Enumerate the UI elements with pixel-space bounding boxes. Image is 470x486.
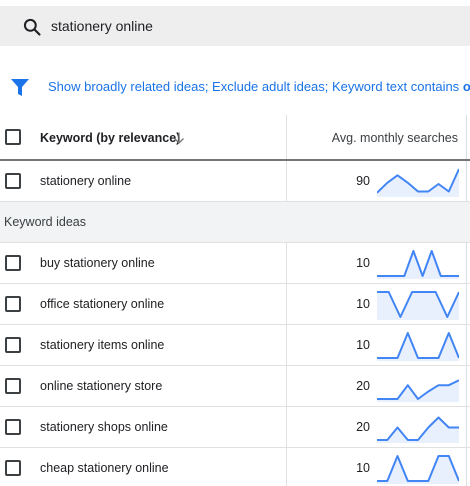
group-label: Keyword ideas [4, 215, 86, 229]
column-divider [286, 243, 287, 283]
keyword-cell: online stationery store [40, 379, 163, 393]
trend-sparkline [377, 168, 459, 197]
column-divider [466, 284, 467, 324]
column-divider [286, 115, 287, 159]
avg-searches-cell: 20 [356, 379, 370, 393]
row-checkbox[interactable] [5, 419, 21, 435]
row-checkbox[interactable] [5, 337, 21, 353]
keyword-cell: office stationery online [40, 297, 165, 311]
table-row: online stationery store 20 [0, 366, 470, 407]
keyword-ideas-group-row: Keyword ideas [0, 202, 470, 243]
trend-sparkline [377, 291, 459, 320]
keyword-ideas-list: buy stationery online 10 office stationery… [0, 243, 470, 486]
column-divider [286, 366, 287, 406]
table-row: cheap stationery online 10 [0, 448, 470, 486]
row-checkbox[interactable] [5, 460, 21, 476]
row-checkbox[interactable] [5, 378, 21, 394]
row-checkbox[interactable] [5, 255, 21, 271]
sort-down-arrow-icon[interactable] [172, 131, 186, 145]
column-divider [466, 407, 467, 447]
column-divider [286, 448, 287, 486]
keyword-cell: stationery items online [40, 338, 165, 352]
keyword-cell: cheap stationery online [40, 461, 169, 475]
table-row: stationery items online 10 [0, 325, 470, 366]
filter-summary-trailing: on [462, 79, 470, 94]
filter-summary-text: Show broadly related ideas; Exclude adul… [48, 79, 460, 94]
avg-searches-cell: 10 [356, 297, 370, 311]
keyword-column-header[interactable]: Keyword (by relevance) [40, 131, 180, 145]
filter-summary-link[interactable]: Show broadly related ideas; Exclude adul… [48, 79, 470, 94]
column-divider [466, 448, 467, 486]
trend-sparkline [377, 455, 459, 484]
trend-sparkline [377, 332, 459, 361]
row-checkbox[interactable] [5, 296, 21, 312]
keyword-cell: buy stationery online [40, 256, 155, 270]
column-divider [286, 407, 287, 447]
keyword-cell: stationery shops online [40, 420, 168, 434]
search-input[interactable]: stationery online [51, 18, 153, 34]
avg-searches-cell: 10 [356, 461, 370, 475]
trend-area [377, 169, 459, 197]
column-divider [286, 284, 287, 324]
trend-sparkline [377, 250, 459, 279]
trend-sparkline [377, 416, 459, 443]
table-row: office stationery online 10 [0, 284, 470, 325]
column-divider [466, 366, 467, 406]
column-divider [466, 161, 467, 201]
filter-row: Show broadly related ideas; Exclude adul… [0, 74, 470, 100]
table-row: stationery online 90 [0, 161, 470, 202]
filter-icon[interactable] [11, 79, 29, 96]
row-checkbox[interactable] [5, 173, 21, 189]
column-divider [286, 161, 287, 201]
table-header-row: Keyword (by relevance) Avg. monthly sear… [0, 115, 470, 161]
table-row: buy stationery online 10 [0, 243, 470, 284]
avg-searches-cell: 10 [356, 256, 370, 270]
keyword-table: Keyword (by relevance) Avg. monthly sear… [0, 115, 470, 486]
keyword-cell: stationery online [40, 174, 132, 188]
trend-area [377, 456, 459, 484]
column-divider [466, 325, 467, 365]
search-icon[interactable] [22, 17, 42, 37]
search-bar[interactable]: stationery online [0, 6, 470, 46]
avg-searches-cell: 90 [356, 174, 370, 188]
avg-searches-cell: 10 [356, 338, 370, 352]
column-divider [466, 243, 467, 283]
select-all-checkbox[interactable] [5, 129, 21, 145]
column-divider [466, 115, 467, 159]
avg-searches-cell: 20 [356, 420, 370, 434]
column-divider [286, 325, 287, 365]
trend-sparkline [377, 379, 459, 402]
avg-monthly-searches-header[interactable]: Avg. monthly searches [296, 131, 458, 145]
table-row: stationery shops online 20 [0, 407, 470, 448]
